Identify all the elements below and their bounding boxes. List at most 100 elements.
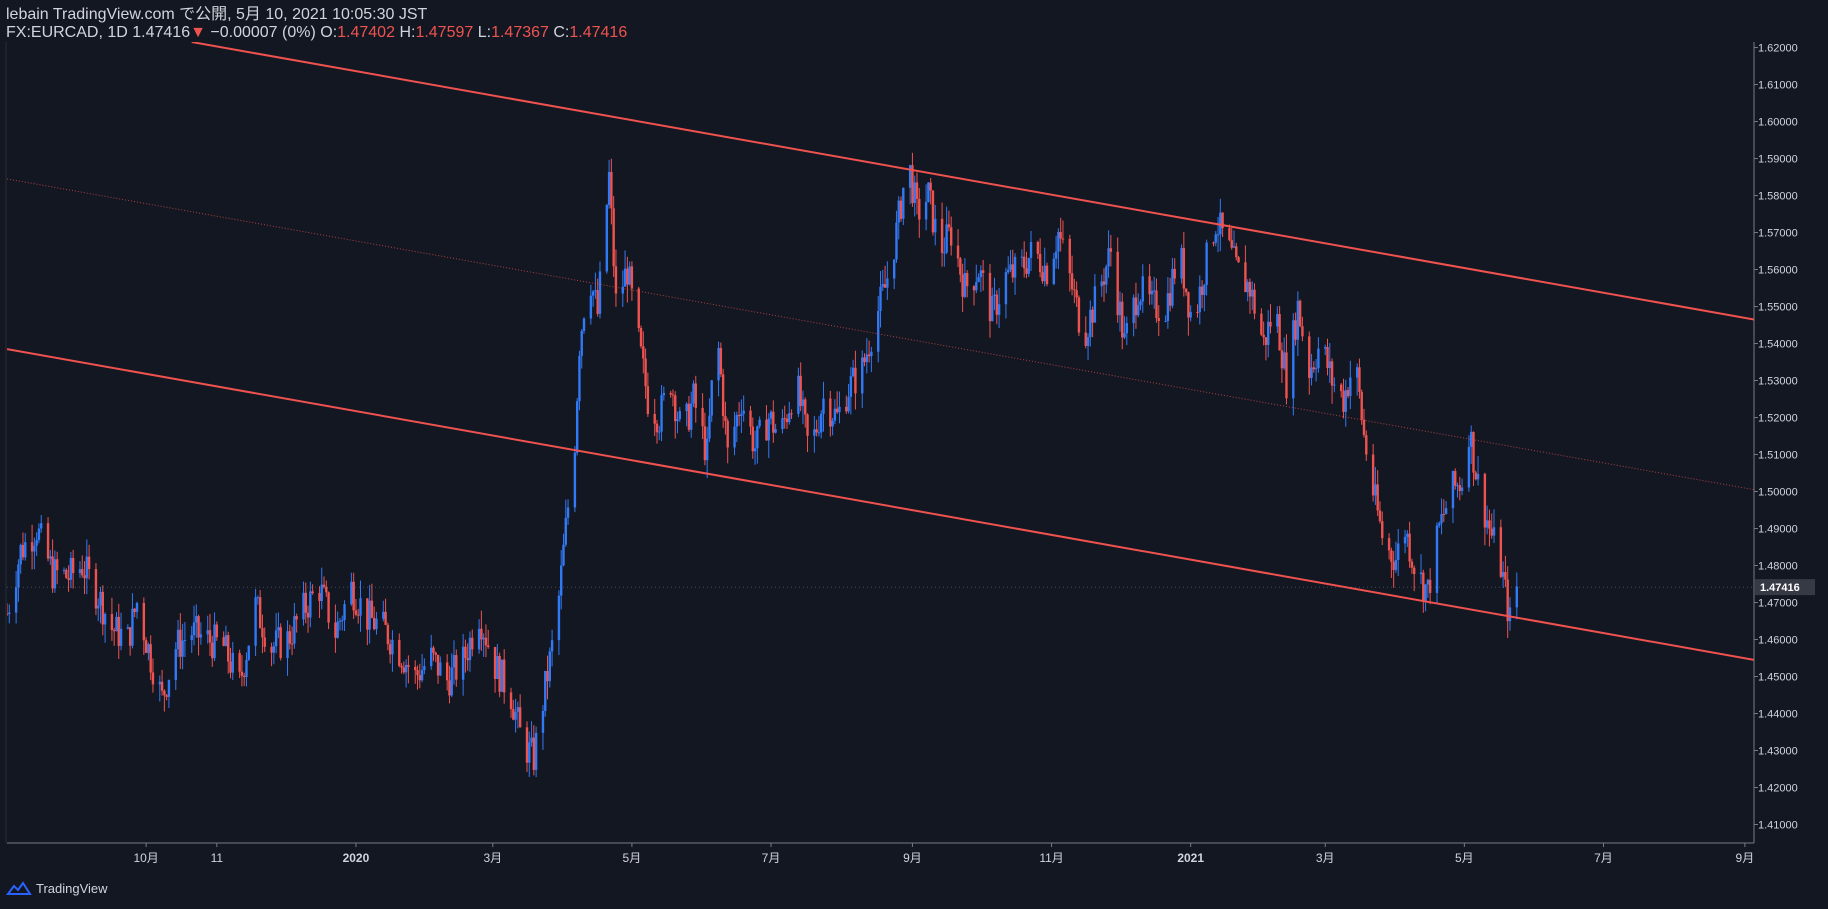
candle-body xyxy=(1013,256,1017,278)
candle-body xyxy=(402,667,406,673)
candle-body xyxy=(1504,572,1507,580)
candle-body xyxy=(461,646,465,680)
candle-body xyxy=(1077,297,1081,333)
price-chart[interactable]: 1.41000 1.42000 1.43000 1.44000 1.45000 1.460… xyxy=(0,0,1828,909)
candle-body xyxy=(767,418,770,441)
candle-body xyxy=(1365,435,1368,455)
candle-body xyxy=(320,584,323,601)
candle-body xyxy=(1276,314,1279,327)
candle-body xyxy=(694,383,697,408)
candle-body xyxy=(532,737,536,770)
candle-body xyxy=(1228,228,1231,241)
candle-body xyxy=(557,595,561,641)
candle-body xyxy=(1310,367,1313,378)
candle-body xyxy=(902,187,905,219)
candle-body xyxy=(149,644,152,673)
candle-body xyxy=(544,670,547,711)
candle-body xyxy=(258,597,262,629)
candle-body xyxy=(208,630,212,643)
y-tick-label: 1.62000 xyxy=(1758,43,1798,55)
candle-body xyxy=(924,201,928,220)
candle-body xyxy=(484,637,488,646)
candle-body xyxy=(895,222,898,260)
candle-body xyxy=(1460,487,1464,491)
candle-body xyxy=(1187,292,1190,318)
candle-body xyxy=(375,618,378,630)
candle-body xyxy=(669,392,672,395)
candle-body xyxy=(959,258,962,275)
candle-body xyxy=(295,616,298,620)
candle-body xyxy=(40,523,43,529)
candle-body xyxy=(400,665,403,668)
y-tick-label: 1.59000 xyxy=(1758,154,1798,166)
candle-body xyxy=(1232,246,1236,248)
candle-body xyxy=(110,613,114,631)
candle-body xyxy=(423,666,426,671)
candle-body xyxy=(1282,352,1286,369)
candle-body xyxy=(51,556,54,589)
candle-body xyxy=(197,616,200,638)
candle-body xyxy=(455,655,458,680)
candle-body xyxy=(62,569,66,571)
candle-body xyxy=(1269,321,1272,327)
candle-body xyxy=(306,612,310,618)
candle-body xyxy=(94,569,98,609)
candle-body xyxy=(749,410,752,427)
candle-body xyxy=(867,354,871,357)
candle-body xyxy=(799,375,802,407)
candle-body xyxy=(781,418,784,430)
candle-body xyxy=(99,591,102,606)
candle-body xyxy=(1059,232,1062,239)
tradingview-logo[interactable]: TradingView xyxy=(6,880,108,896)
candle-body xyxy=(418,675,422,681)
candle-body xyxy=(1424,584,1427,602)
candle-body xyxy=(471,637,474,650)
candle-body xyxy=(578,355,581,402)
y-tick-label: 1.49000 xyxy=(1758,524,1798,536)
candle-body xyxy=(14,587,18,613)
candle-body xyxy=(993,294,996,297)
candle-body xyxy=(1150,290,1154,295)
candle-body xyxy=(1052,258,1056,285)
x-tick-label: 5月 xyxy=(1455,851,1474,865)
x-tick-label: 2021 xyxy=(1177,851,1204,865)
tradingview-cloud-icon xyxy=(6,881,32,895)
candle-body xyxy=(1173,268,1176,279)
candle-body xyxy=(1244,262,1247,293)
candle-body xyxy=(78,569,82,574)
candle-body xyxy=(742,410,745,414)
candle-body xyxy=(947,224,951,228)
candle-body xyxy=(512,709,515,720)
candle-body xyxy=(644,358,647,387)
candle-body xyxy=(1296,300,1300,340)
candle-body xyxy=(628,266,631,285)
candle-body xyxy=(1342,391,1345,412)
candle-body xyxy=(1054,251,1058,259)
candle-body xyxy=(1155,290,1158,319)
candle-body xyxy=(1339,384,1343,392)
candle-body xyxy=(388,644,392,655)
candle-body xyxy=(835,408,839,413)
candle-body xyxy=(721,374,725,417)
candle-body xyxy=(1428,579,1432,593)
candle-body xyxy=(981,270,985,273)
candle-body xyxy=(1022,256,1026,269)
candle-body xyxy=(131,608,134,646)
candle-body xyxy=(19,544,22,565)
candle-body xyxy=(1148,276,1151,295)
y-tick-label: 1.47000 xyxy=(1758,598,1798,610)
candle-body xyxy=(1123,333,1126,338)
candle-body xyxy=(1025,268,1028,274)
candle-body xyxy=(482,637,485,640)
candle-body xyxy=(979,270,983,278)
candle-body xyxy=(231,652,234,673)
candle-body xyxy=(1280,350,1284,369)
candle-body xyxy=(338,620,342,622)
candle-body xyxy=(690,403,693,430)
candle-body xyxy=(174,649,177,681)
candle-body xyxy=(817,432,821,434)
candle-body xyxy=(1278,314,1281,351)
candle-body xyxy=(735,415,739,427)
candle-body xyxy=(311,591,314,594)
candle-body xyxy=(1137,305,1140,316)
